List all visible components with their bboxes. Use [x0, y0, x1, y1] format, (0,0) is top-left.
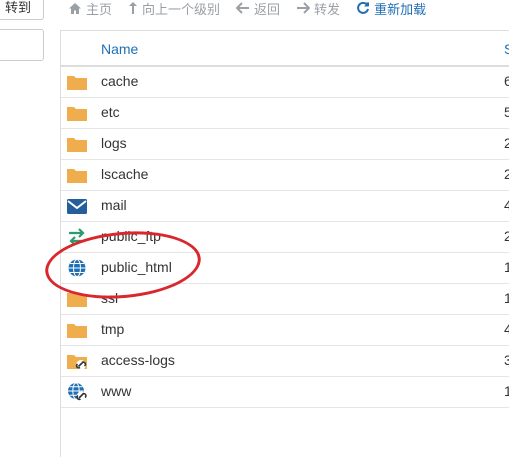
folder-link-icon — [67, 355, 87, 370]
forward-button[interactable]: 转发 — [288, 0, 348, 21]
globe-icon — [68, 259, 86, 277]
folder-icon — [67, 107, 87, 121]
table-row[interactable]: lscache 2 — [61, 159, 509, 191]
file-name: logs — [101, 135, 127, 151]
back-button[interactable]: 返回 — [228, 0, 288, 21]
file-size: 3 — [504, 352, 509, 368]
file-table: Name S cache 6 etc 5 logs 2 lscache 2 ma… — [60, 30, 509, 457]
column-header-name[interactable]: Name — [101, 41, 138, 57]
folder-icon — [67, 169, 87, 183]
folder-icon — [67, 76, 87, 90]
file-name: mail — [101, 197, 127, 213]
table-header: Name S — [61, 30, 509, 67]
file-name: access-logs — [101, 352, 175, 368]
home-icon — [69, 2, 81, 14]
file-name: etc — [101, 104, 120, 120]
file-size: 1 — [504, 383, 509, 399]
file-name: tmp — [101, 321, 125, 337]
home-label: 主页 — [86, 1, 113, 17]
file-size: 2 — [504, 228, 509, 244]
reload-label: 重新加载 — [374, 1, 427, 17]
file-size: 2 — [504, 166, 509, 182]
arrow-left-icon — [236, 2, 250, 14]
table-row[interactable]: access-logs 3 — [61, 345, 509, 377]
folder-icon — [67, 293, 87, 307]
folder-icon — [67, 324, 87, 338]
table-row[interactable]: tmp 4 — [61, 314, 509, 346]
table-row[interactable]: public_html 1 — [61, 252, 509, 284]
table-row[interactable]: logs 2 — [61, 128, 509, 160]
folder-icon — [67, 138, 87, 152]
file-name: www — [101, 383, 132, 399]
file-size: 5 — [504, 104, 509, 120]
reload-button[interactable]: 重新加载 — [348, 0, 434, 21]
up-level-button[interactable]: 向上一个级别 — [120, 0, 228, 21]
globe-link-icon — [68, 382, 87, 402]
home-button[interactable]: 主页 — [60, 0, 120, 21]
file-name: ssl — [101, 290, 119, 306]
table-row[interactable]: cache 6 — [61, 66, 509, 98]
refresh-icon — [357, 1, 370, 14]
mail-icon — [67, 199, 87, 214]
file-name: public_ftp — [101, 228, 161, 244]
ftp-transfer-icon — [69, 228, 85, 246]
file-size: 4 — [504, 321, 509, 337]
table-row[interactable]: public_ftp 2 — [61, 221, 509, 253]
table-row[interactable]: www 1 — [61, 376, 509, 408]
table-row[interactable]: etc 5 — [61, 97, 509, 129]
file-size: 1 — [504, 259, 509, 275]
file-size: 1 — [504, 290, 509, 306]
forward-label: 转发 — [314, 1, 341, 17]
back-label: 返回 — [254, 1, 281, 17]
up-level-label: 向上一个级别 — [142, 1, 221, 17]
table-row[interactable]: mail 4 — [61, 190, 509, 222]
column-header-size[interactable]: S — [504, 41, 509, 57]
file-size: 2 — [504, 135, 509, 151]
file-name: public_html — [101, 259, 172, 275]
table-row[interactable]: ssl 1 — [61, 283, 509, 315]
path-input[interactable] — [0, 29, 44, 61]
level-up-icon — [129, 2, 138, 14]
goto-button[interactable]: 转到 — [0, 0, 44, 20]
file-manager: 转到 主页 向上一个级别 返回 转发 重新加载 Name S cache 6 e… — [0, 0, 509, 457]
arrow-right-icon — [297, 2, 311, 14]
file-size: 6 — [504, 73, 509, 89]
file-name: cache — [101, 73, 139, 89]
file-name: lscache — [101, 166, 149, 182]
file-size: 4 — [504, 197, 509, 213]
toolbar: 主页 向上一个级别 返回 转发 重新加载 — [60, 0, 509, 21]
